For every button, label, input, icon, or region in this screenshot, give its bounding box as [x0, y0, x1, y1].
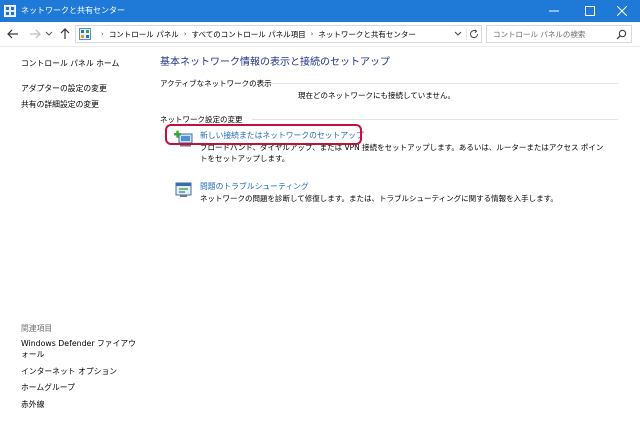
- recent-locations-chevron-icon[interactable]: [44, 27, 54, 41]
- homegroup-link[interactable]: ホームグループ: [21, 382, 75, 393]
- breadcrumb-all-items[interactable]: すべてのコントロール パネル項目: [192, 29, 306, 40]
- network-center-icon: [4, 5, 16, 17]
- adapter-settings-link[interactable]: アダプターの設定の変更: [21, 83, 107, 94]
- related-heading: 関連項目: [21, 324, 53, 333]
- address-dropdown-chevron-icon[interactable]: [452, 28, 464, 40]
- refresh-icon[interactable]: [466, 28, 480, 40]
- internet-options-link[interactable]: インターネット オプション: [21, 366, 117, 377]
- active-networks-heading: アクティブなネットワークの表示: [160, 79, 272, 88]
- main-pane: 基本ネットワーク情報の表示と接続のセットアップ アクティブなネットワークの表示 …: [148, 48, 640, 425]
- minimize-button[interactable]: [536, 0, 572, 22]
- breadcrumb-network-center[interactable]: ネットワークと共有センター: [318, 29, 416, 40]
- search-placeholder: コントロール パネルの検索: [493, 30, 586, 39]
- forward-arrow-icon[interactable]: [28, 27, 42, 41]
- troubleshoot-icon: [174, 181, 194, 199]
- control-panel-icon: [79, 28, 91, 40]
- page-title: 基本ネットワーク情報の表示と接続のセットアップ: [160, 57, 390, 68]
- new-connection-description: ブロードバンド、ダイヤルアップ、または VPN 接続をセットアップします。あるい…: [200, 143, 604, 163]
- chevron-right-icon[interactable]: ›: [184, 30, 187, 38]
- maximize-button[interactable]: [572, 0, 608, 22]
- highlight-annotation: [165, 124, 362, 145]
- back-arrow-icon[interactable]: [6, 27, 20, 41]
- firewall-link[interactable]: Windows Defender ファイアウォール: [21, 338, 141, 360]
- no-network-status: 現在どのネットワークにも接続していません。: [298, 91, 456, 100]
- breadcrumb-control-panel[interactable]: コントロール パネル: [109, 29, 179, 40]
- title-bar[interactable]: ネットワークと共有センター: [0, 0, 640, 22]
- breadcrumb: › コントロール パネル › すべてのコントロール パネル項目 › ネットワーク…: [96, 26, 416, 42]
- close-button[interactable]: [604, 0, 640, 22]
- infrared-link[interactable]: 赤外線: [21, 399, 44, 410]
- chevron-right-icon: ›: [101, 30, 104, 38]
- troubleshoot-description: ネットワークの問題を診断して修復します。または、トラブルシューティングに関する情…: [200, 194, 558, 203]
- chevron-right-icon[interactable]: ›: [311, 30, 314, 38]
- up-arrow-icon[interactable]: [58, 27, 72, 41]
- troubleshoot-link[interactable]: 問題のトラブルシューティング: [200, 181, 309, 192]
- control-panel-home-link[interactable]: コントロール パネル ホーム: [21, 58, 119, 69]
- section-divider: [252, 119, 618, 120]
- section-divider: [268, 83, 618, 84]
- navigation-bar: › コントロール パネル › すべてのコントロール パネル項目 › ネットワーク…: [0, 22, 640, 47]
- window-title: ネットワークと共有センター: [21, 6, 125, 15]
- search-input[interactable]: コントロール パネルの検索: [486, 25, 632, 43]
- left-pane: コントロール パネル ホーム アダプターの設定の変更 共有の詳細設定の変更 関連…: [0, 48, 148, 425]
- search-icon[interactable]: [616, 29, 627, 40]
- address-bar[interactable]: › コントロール パネル › すべてのコントロール パネル項目 › ネットワーク…: [75, 25, 482, 43]
- advanced-sharing-link[interactable]: 共有の詳細設定の変更: [21, 99, 99, 110]
